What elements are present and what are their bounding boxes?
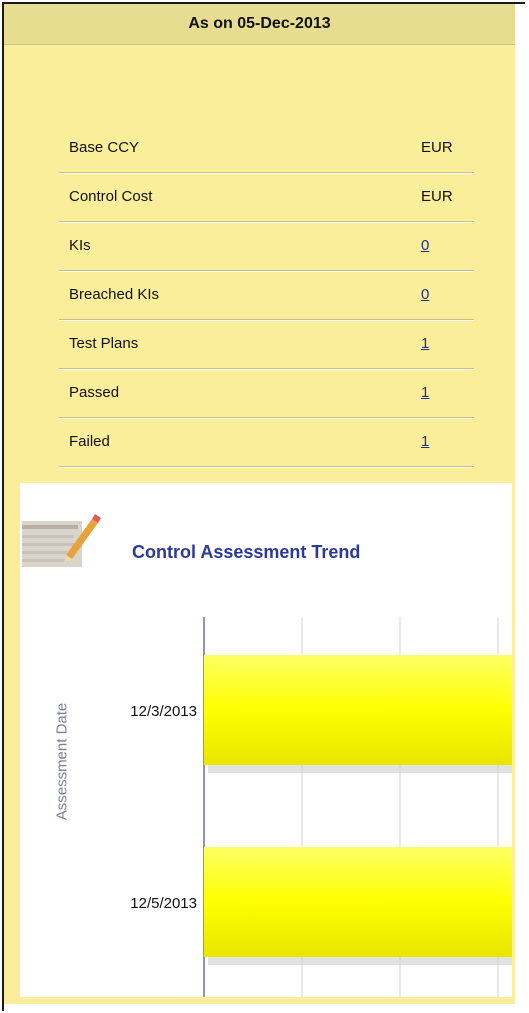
bar-chart bbox=[203, 617, 512, 997]
summary-row-value-link[interactable]: 0 bbox=[421, 286, 429, 303]
chart-card: Control Assessment Trend Assessment Date… bbox=[20, 483, 512, 997]
bar-1[interactable] bbox=[204, 847, 512, 957]
summary-row: Test Plans 1 bbox=[59, 320, 474, 369]
summary-row: Failed 1 bbox=[59, 418, 474, 467]
summary-row-label: Passed bbox=[69, 384, 120, 401]
summary-row-label: Test Plans bbox=[69, 335, 139, 352]
summary-row-label: Control Cost bbox=[69, 188, 153, 205]
summary-row: Passed 1 bbox=[59, 369, 474, 418]
category-tick-label: 12/5/2013 bbox=[130, 895, 197, 912]
summary-row-label: Failed bbox=[69, 433, 110, 450]
summary-row: Breached KIs 0 bbox=[59, 271, 474, 320]
category-tick-label: 12/3/2013 bbox=[130, 703, 197, 720]
summary-row-value-link[interactable]: 1 bbox=[421, 335, 429, 352]
summary-row-value: EUR bbox=[421, 188, 453, 205]
summary-row-value-link[interactable]: 0 bbox=[421, 237, 429, 254]
summary-row-value: EUR bbox=[421, 139, 453, 156]
as-on-date-title: As on 05-Dec-2013 bbox=[188, 15, 331, 32]
summary-row-label: Base CCY bbox=[69, 139, 140, 156]
bar-0[interactable] bbox=[204, 655, 512, 765]
summary-list: Base CCY EUR Control Cost EUR KIs 0 Breached K… bbox=[59, 124, 474, 467]
summary-row-value-link[interactable]: 1 bbox=[421, 384, 429, 401]
summary-row-value-link[interactable]: 1 bbox=[421, 433, 429, 450]
panel-header: As on 05-Dec-2013 bbox=[4, 4, 515, 45]
summary-row: Control Cost EUR bbox=[59, 173, 474, 222]
summary-row-label: KIs bbox=[69, 237, 91, 254]
summary-panel: As on 05-Dec-2013 Base CCY EUR Control Cos… bbox=[4, 4, 515, 1004]
summary-row: KIs 0 bbox=[59, 222, 474, 271]
summary-row: Base CCY EUR bbox=[59, 124, 474, 173]
summary-row-label: Breached KIs bbox=[69, 286, 160, 303]
